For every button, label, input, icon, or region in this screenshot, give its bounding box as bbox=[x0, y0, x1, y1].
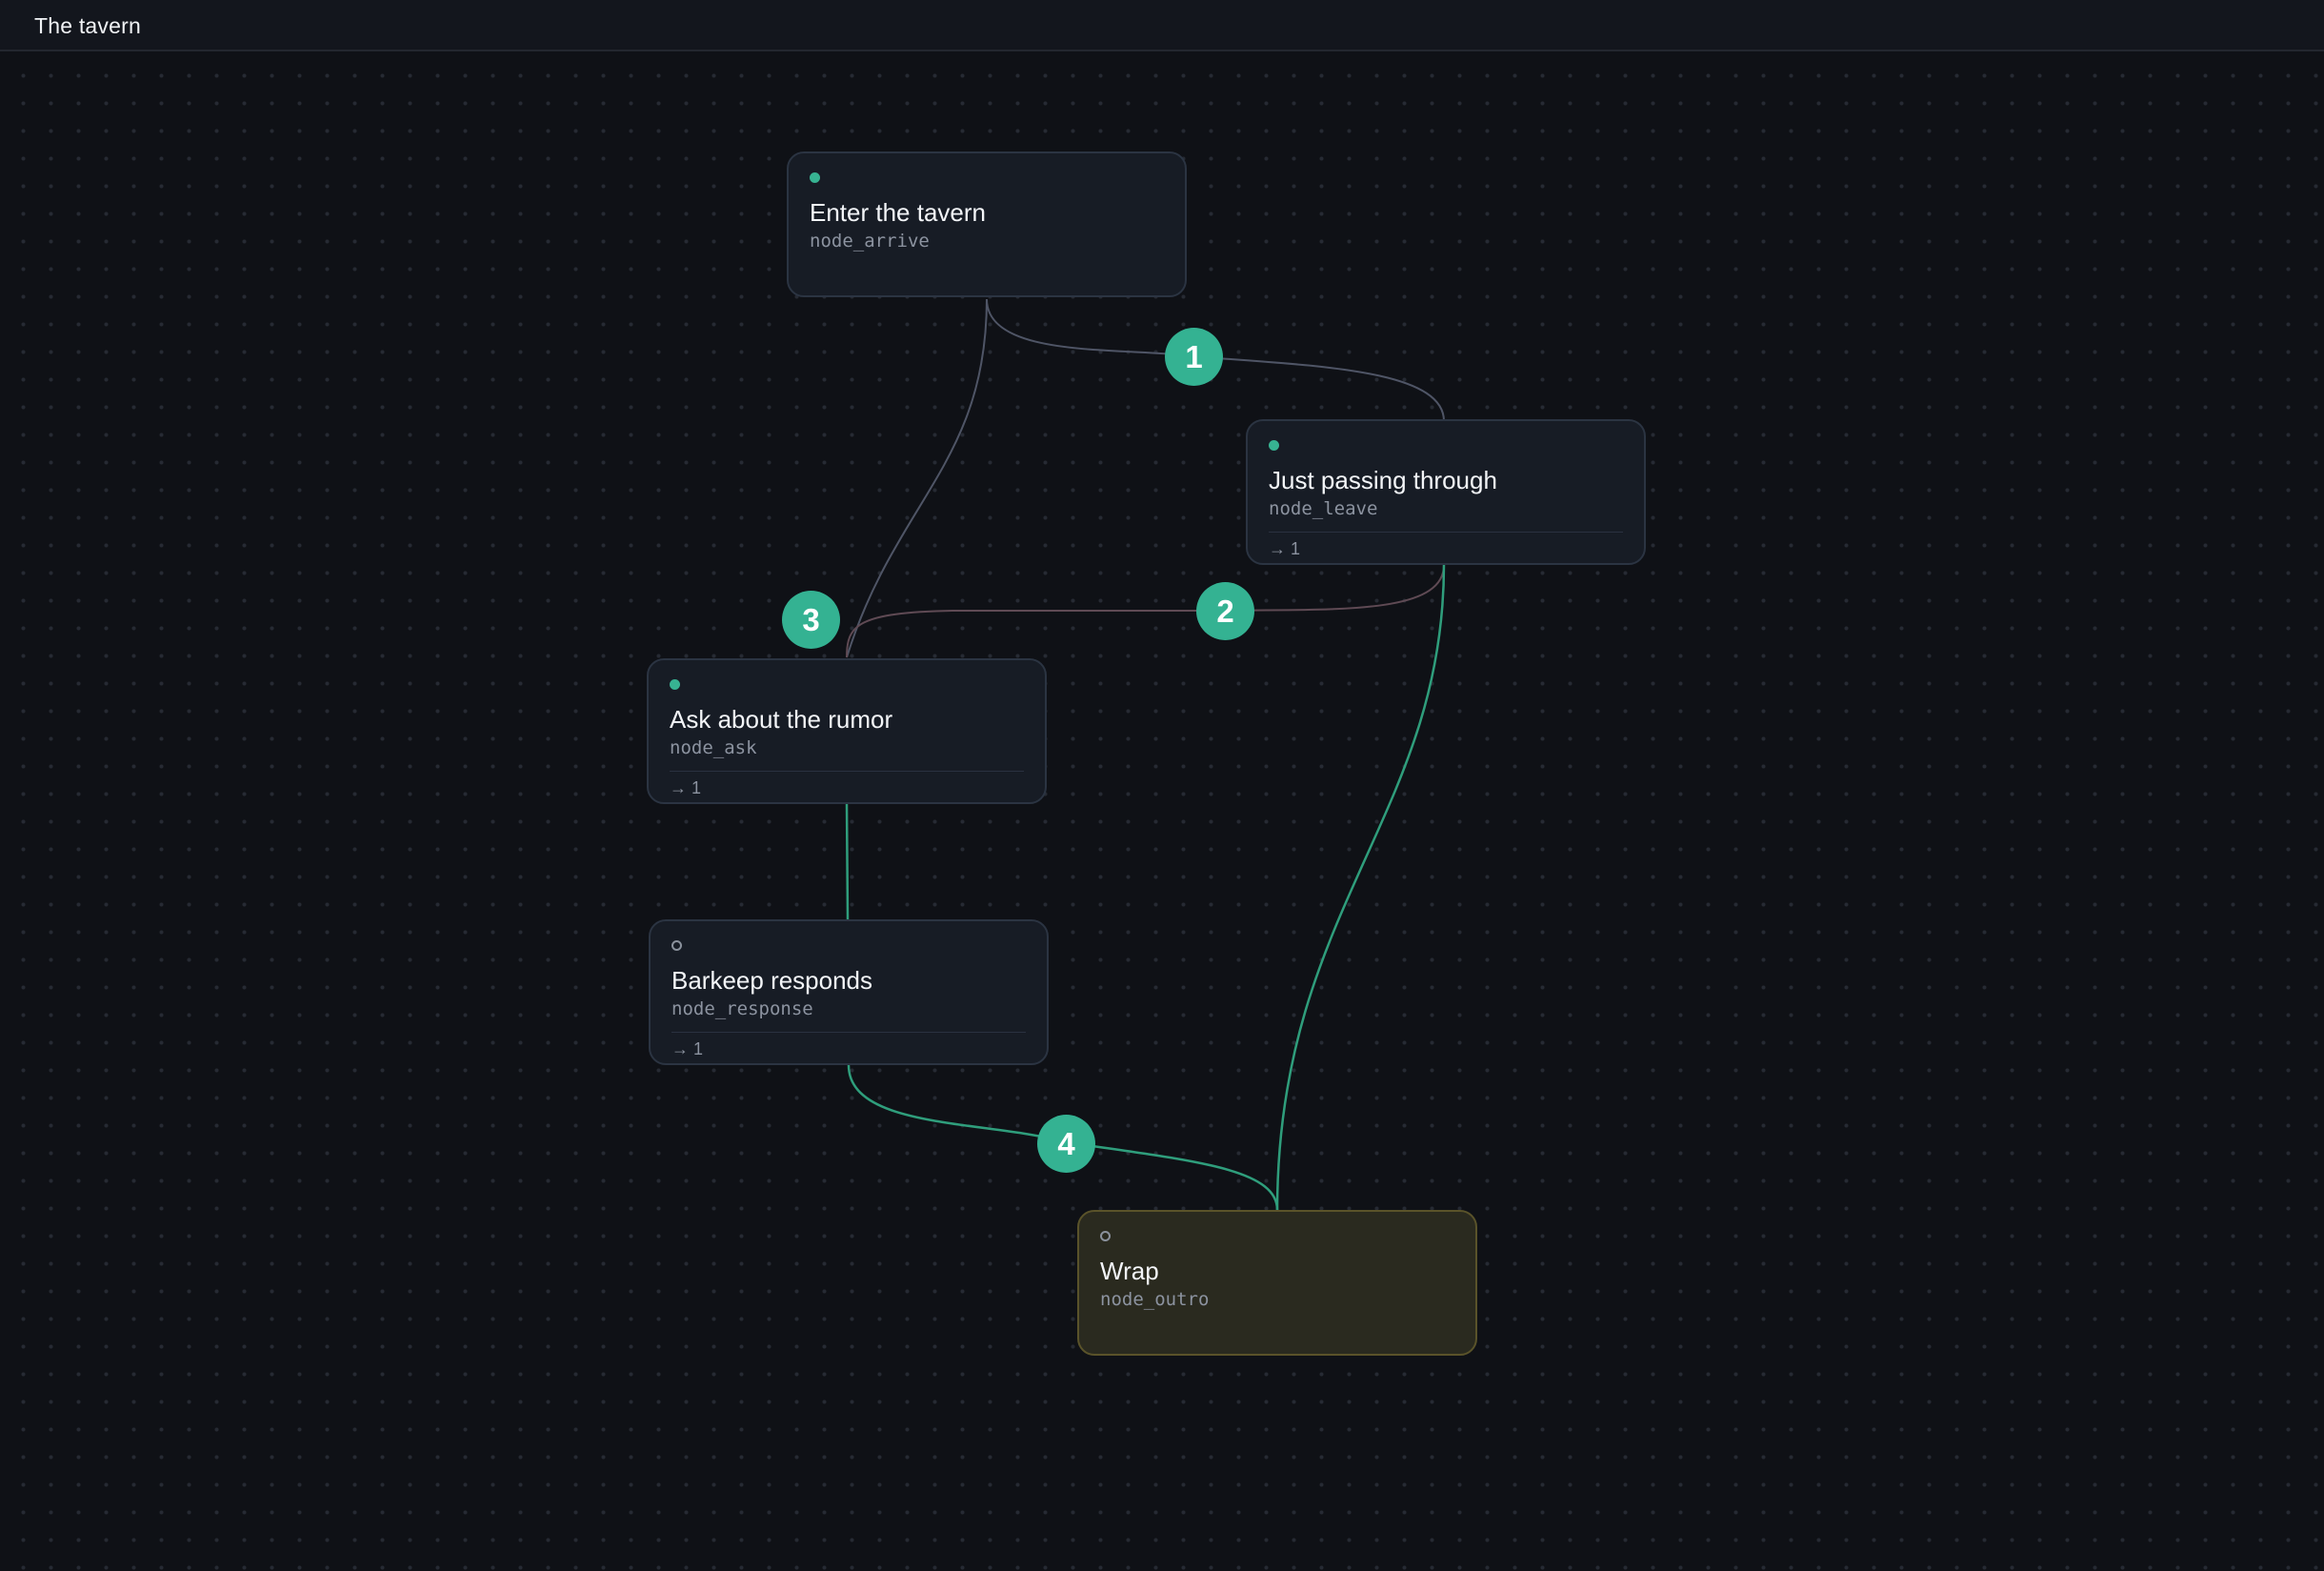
node-title: Enter the tavern bbox=[810, 198, 986, 227]
node-id: node_outro bbox=[1100, 1289, 1210, 1310]
node-divider bbox=[1269, 532, 1623, 533]
status-dot-inactive-icon bbox=[671, 940, 682, 951]
node-id: node_leave bbox=[1269, 498, 1378, 519]
status-dot-active-icon bbox=[1269, 440, 1279, 451]
edge-badge-2[interactable]: 2 bbox=[1196, 582, 1254, 640]
node-title: Just passing through bbox=[1269, 466, 1497, 494]
status-dot-active-icon bbox=[810, 172, 820, 183]
node-title: Wrap bbox=[1100, 1257, 1159, 1285]
edge-ask-to-response[interactable] bbox=[845, 802, 850, 920]
node-id: node_arrive bbox=[810, 231, 930, 252]
top-bar: The tavern bbox=[0, 0, 2324, 51]
edge-badge-4[interactable]: 4 bbox=[1037, 1115, 1095, 1173]
edge-badge-1[interactable]: 1 bbox=[1165, 328, 1223, 386]
node-title: Ask about the rumor bbox=[670, 705, 893, 734]
node-divider bbox=[671, 1032, 1026, 1033]
node-outgoing-count: → 1 bbox=[671, 1039, 704, 1058]
status-dot-inactive-icon bbox=[1100, 1231, 1111, 1241]
node-divider bbox=[670, 771, 1024, 772]
flow-canvas[interactable]: Enter the tavern node_arrive Just passin… bbox=[0, 53, 2324, 1571]
canvas-title: The tavern bbox=[34, 13, 141, 38]
node-leave[interactable]: Just passing through node_leave → 1 bbox=[1246, 419, 1646, 565]
node-arrive[interactable]: Enter the tavern node_arrive bbox=[787, 151, 1187, 297]
node-response[interactable]: Barkeep responds node_response → 1 bbox=[649, 919, 1049, 1065]
edge-badge-3[interactable]: 3 bbox=[782, 591, 840, 649]
node-outgoing-count: → 1 bbox=[1269, 539, 1301, 558]
status-dot-active-icon bbox=[670, 679, 680, 690]
node-id: node_response bbox=[671, 998, 813, 1019]
node-ask[interactable]: Ask about the rumor node_ask → 1 bbox=[647, 658, 1047, 804]
node-id: node_ask bbox=[670, 737, 757, 758]
edge-leave-to-ask[interactable] bbox=[846, 564, 1445, 658]
edge-arrive-to-ask[interactable] bbox=[846, 298, 988, 658]
node-outgoing-count: → 1 bbox=[670, 778, 702, 797]
node-title: Barkeep responds bbox=[671, 966, 873, 995]
node-outro[interactable]: Wrap node_outro bbox=[1077, 1210, 1477, 1356]
edge-leave-to-outro[interactable] bbox=[1275, 564, 1446, 1211]
